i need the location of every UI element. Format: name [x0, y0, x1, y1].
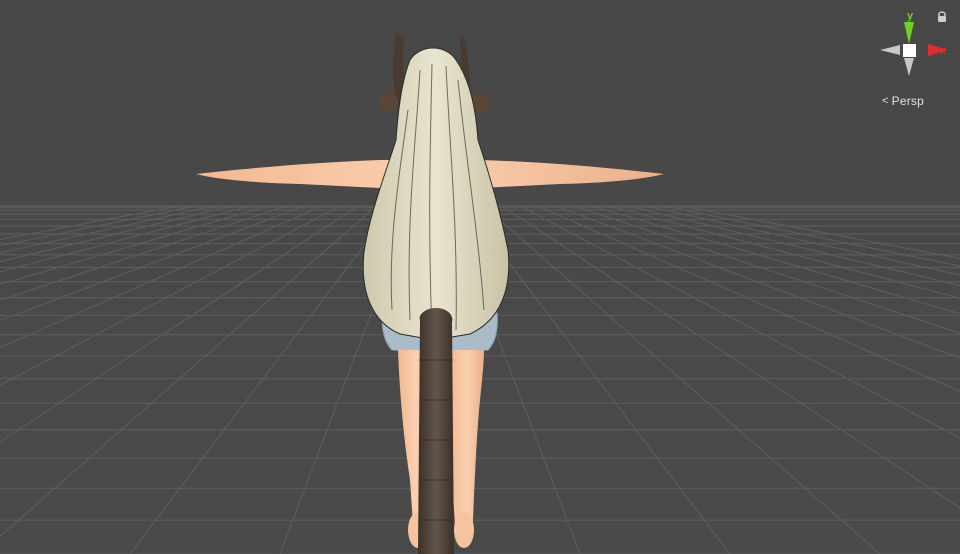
y-axis-cone[interactable]: [904, 22, 914, 44]
scene-viewport[interactable]: y x < Persp: [0, 0, 960, 554]
scene-canvas[interactable]: [0, 0, 960, 554]
neg-x-axis-cone[interactable]: [880, 45, 900, 55]
gizmo-center-cube[interactable]: [903, 44, 916, 57]
projection-toggle[interactable]: < Persp: [882, 92, 924, 110]
projection-label: Persp: [891, 94, 924, 108]
tail: [418, 308, 454, 554]
right-foot: [454, 512, 474, 548]
left-ear-ornament: [378, 92, 398, 112]
lock-icon[interactable]: [934, 8, 950, 24]
neg-y-axis-cone[interactable]: [904, 58, 914, 76]
perspective-chevron-icon: <: [882, 95, 889, 107]
gizmo-y-label: y: [907, 10, 914, 22]
gizmo-x-label: x: [940, 45, 947, 57]
